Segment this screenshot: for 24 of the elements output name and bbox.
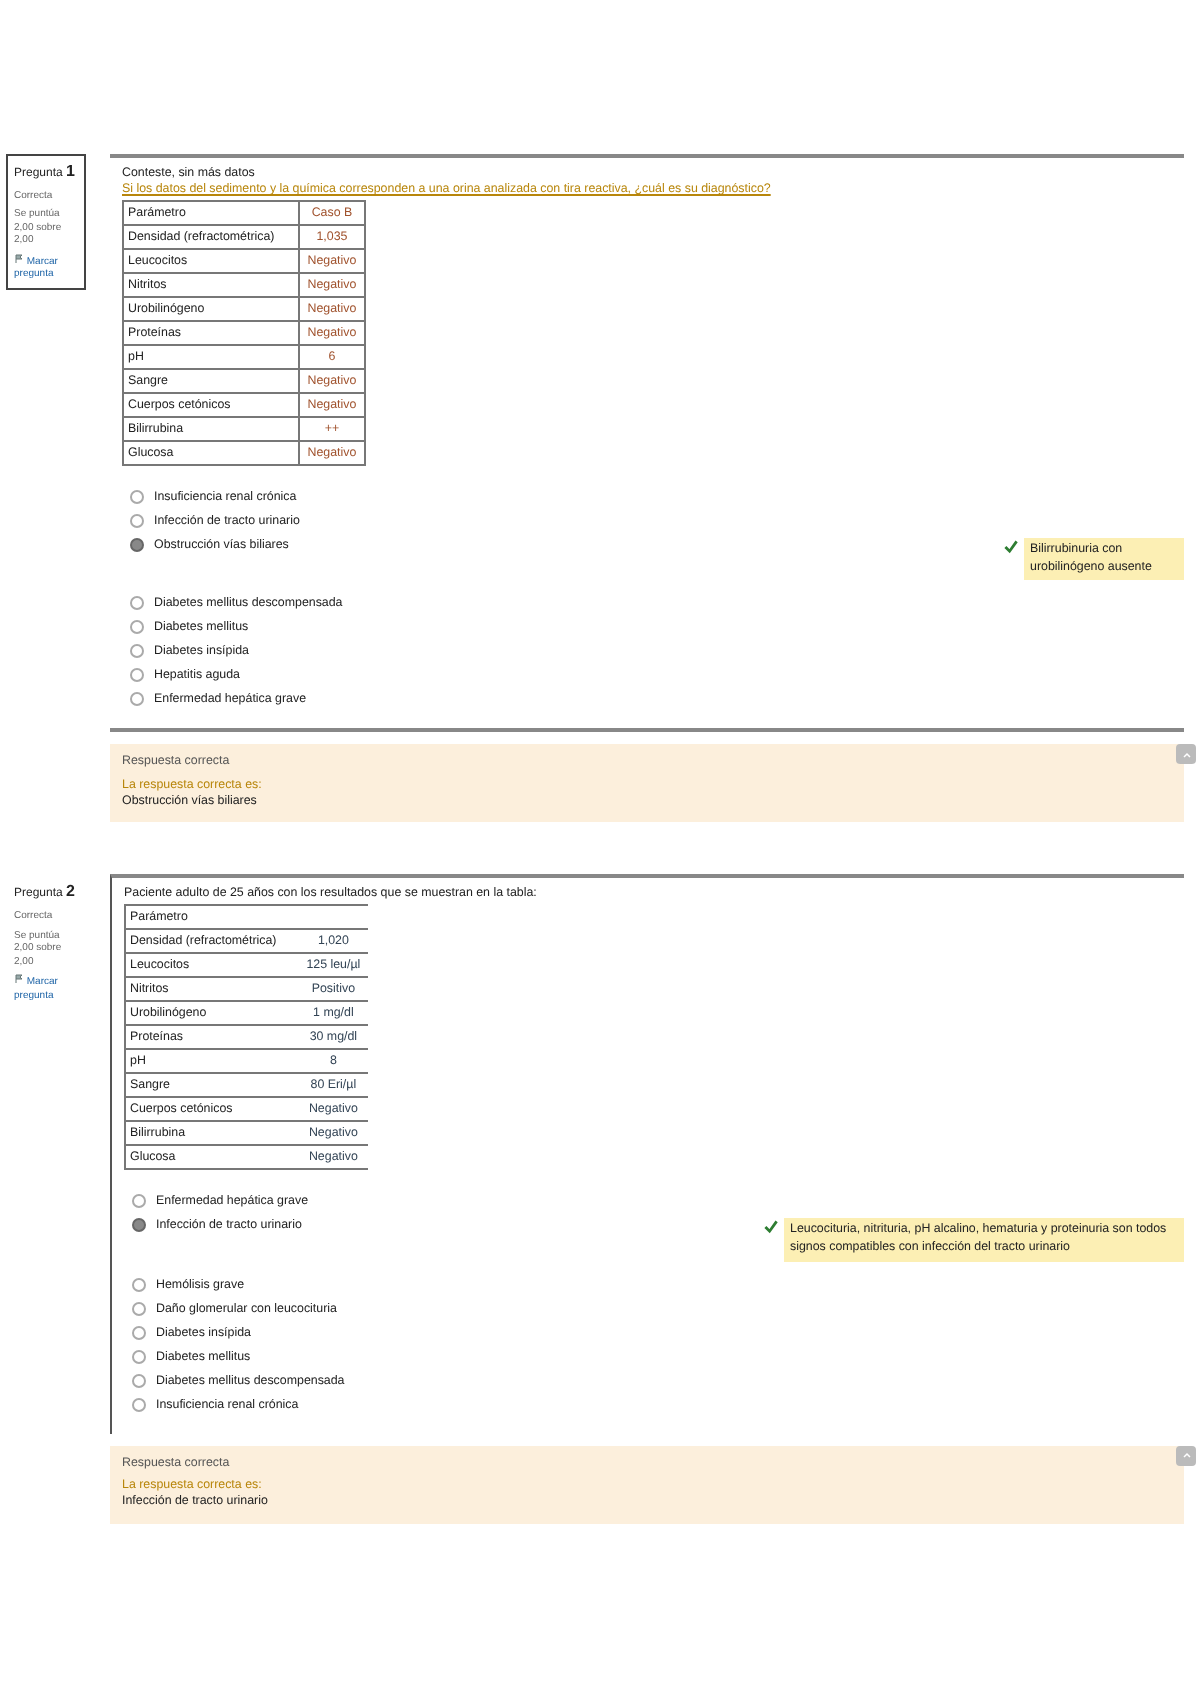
radio-button[interactable]: [132, 1325, 146, 1340]
flag-icon: [14, 253, 24, 264]
radio-button[interactable]: [132, 1373, 146, 1388]
radio-button[interactable]: [132, 1397, 146, 1412]
scroll-top-button[interactable]: [1176, 744, 1196, 765]
radio-button[interactable]: [130, 644, 144, 659]
flag-icon: [14, 974, 24, 985]
radio-button[interactable]: [130, 514, 144, 528]
radio-button[interactable]: [132, 1277, 146, 1292]
radio-button[interactable]: [130, 668, 144, 683]
radio-button[interactable]: [132, 1218, 146, 1233]
radio-button[interactable]: [130, 596, 144, 611]
scroll-top-button[interactable]: [1176, 1445, 1196, 1466]
radio-button[interactable]: [130, 692, 144, 707]
check-icon: [1004, 540, 1018, 554]
radio-button[interactable]: [132, 1194, 146, 1209]
radio-button[interactable]: [130, 490, 144, 504]
radio-button[interactable]: [130, 538, 144, 552]
radio-button[interactable]: [132, 1301, 146, 1316]
radio-button[interactable]: [130, 620, 144, 635]
radio-button[interactable]: [132, 1349, 146, 1364]
check-icon: [764, 1220, 778, 1235]
chevron-up-icon: [1181, 1450, 1191, 1461]
chevron-up-icon: [1181, 749, 1191, 760]
